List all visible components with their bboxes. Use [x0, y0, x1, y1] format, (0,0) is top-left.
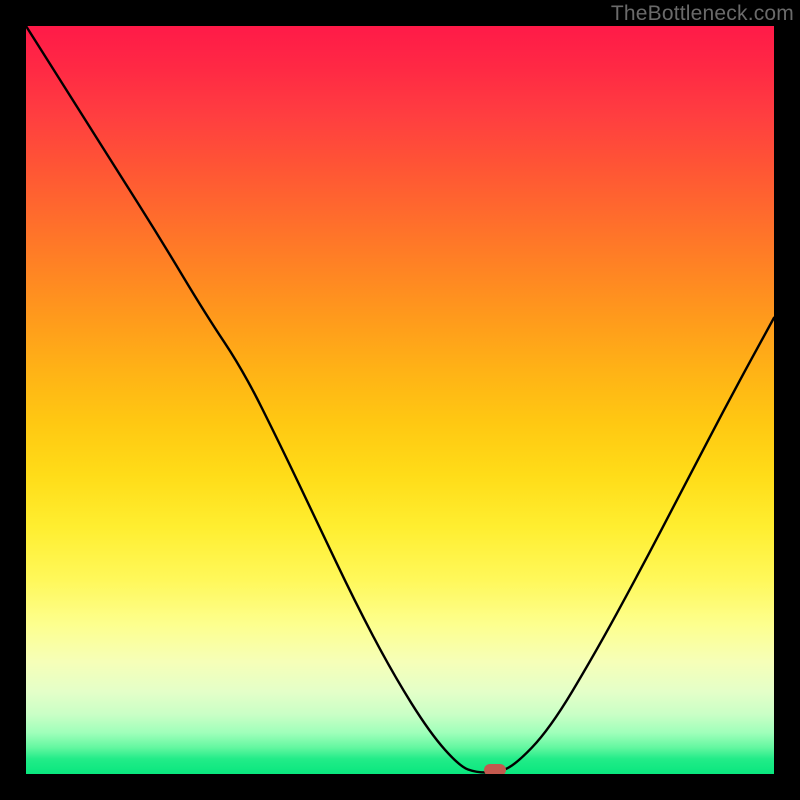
watermark-text: TheBottleneck.com	[611, 2, 794, 26]
optimum-marker	[484, 764, 506, 774]
plot-area	[26, 26, 774, 774]
chart-frame: TheBottleneck.com	[0, 0, 800, 800]
bottleneck-curve	[26, 26, 774, 774]
